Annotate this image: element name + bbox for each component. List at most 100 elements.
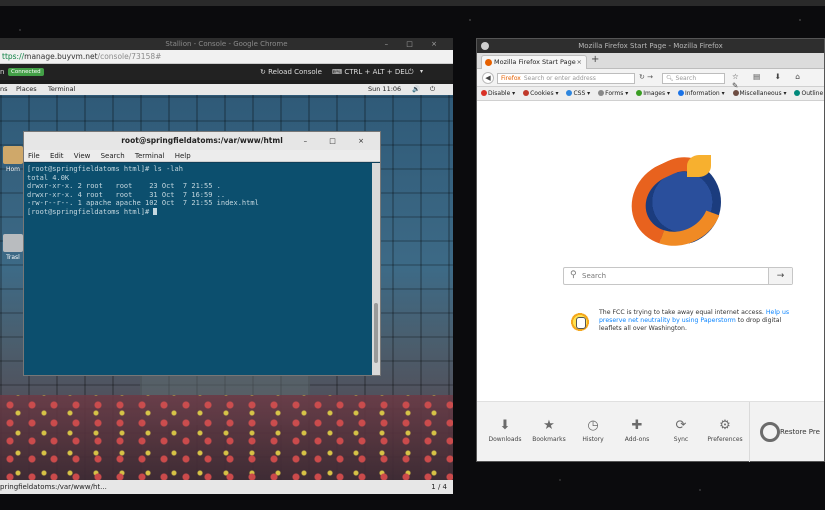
clock-icon: ◷ xyxy=(587,418,599,433)
search-go-button[interactable]: → xyxy=(768,268,792,284)
menu-file[interactable]: File xyxy=(28,152,40,160)
chrome-titlebar: Stallion - Console - Google Chrome – □ × xyxy=(0,38,453,50)
volume-icon[interactable]: 🔊 xyxy=(412,84,420,95)
terminal-cursor xyxy=(153,207,158,215)
dev-information[interactable]: Information ▾ xyxy=(677,90,725,97)
firefox-logo-icon xyxy=(617,145,737,261)
addons-label: Add-ons xyxy=(624,436,650,443)
css-icon xyxy=(566,90,573,96)
status-url: pringfieldatoms:/var/www/ht... xyxy=(0,483,107,491)
new-tab-button[interactable]: + xyxy=(591,54,599,65)
restore-icon xyxy=(760,422,780,442)
folder-icon xyxy=(3,146,23,164)
firefox-window-title: Mozilla Firefox Start Page - Mozilla Fir… xyxy=(578,42,723,50)
dev-disable[interactable]: Disable ▾ xyxy=(481,90,515,97)
menu-edit[interactable]: Edit xyxy=(50,152,64,160)
toolbar-icons[interactable]: ☆ ▤ ⬇ ⌂ ✎ xyxy=(732,72,824,90)
navigation-toolbar: ◀ Firefox Search or enter address ↻ → 🔍︎ … xyxy=(477,69,824,90)
terminal-prompt: [root@springfieldatoms html]# xyxy=(27,207,154,216)
forms-icon xyxy=(598,90,605,96)
identity-badge[interactable]: Firefox xyxy=(501,75,521,82)
url-bar[interactable]: Firefox Search or enter address xyxy=(497,73,635,84)
download-icon: ⬇ xyxy=(499,418,511,433)
menu-view[interactable]: View xyxy=(74,152,91,160)
clock[interactable]: Sun 11:06 xyxy=(368,84,401,95)
menu-places[interactable]: Places xyxy=(16,84,37,95)
ctrl-alt-del-button[interactable]: ⌨ CTRL + ALT + DEL xyxy=(332,64,409,80)
info-icon xyxy=(677,90,684,96)
wallpaper-console xyxy=(0,395,453,482)
outline-icon xyxy=(794,90,801,96)
dev-images[interactable]: Images ▾ xyxy=(636,90,670,97)
terminal-output[interactable]: [root@springfieldatoms html]# ls -lah tot… xyxy=(24,163,372,375)
sync-icon: ⟳ xyxy=(675,418,687,433)
start-page: ⚲ Search → The FCC is trying to take awa… xyxy=(477,101,824,401)
preferences-button[interactable]: ⚙ Preferences xyxy=(703,418,747,443)
close-icon[interactable]: × xyxy=(577,56,582,69)
console-toolbar: n Connected ↻ Reload Console ⌨ CTRL + AL… xyxy=(0,64,453,80)
address-bar[interactable]: ttps://manage.buyvm.net/console/73158# xyxy=(0,50,453,64)
scrollbar-thumb[interactable] xyxy=(374,303,378,363)
chevron-down-icon[interactable]: ▾ xyxy=(420,64,423,80)
status-badge: Connected xyxy=(8,68,44,76)
dev-forms[interactable]: Forms ▾ xyxy=(598,90,628,97)
addons-button[interactable]: ✚ Add-ons xyxy=(615,418,659,443)
misc-icon xyxy=(732,90,739,96)
bookmarks-label: Bookmarks xyxy=(532,436,566,443)
snippet: The FCC is trying to take away equal int… xyxy=(599,309,795,334)
tab-start-page[interactable]: Mozilla Firefox Start Page × xyxy=(481,55,587,69)
start-page-search[interactable]: ⚲ Search → xyxy=(563,267,793,285)
menu-applications[interactable]: ns xyxy=(0,84,8,95)
tab-label: Mozilla Firefox Start Page xyxy=(494,58,576,66)
menu-terminal[interactable]: Terminal xyxy=(48,84,75,95)
cookie-icon xyxy=(523,90,530,96)
search-bar[interactable]: 🔍︎ Search xyxy=(662,73,725,84)
menu-search[interactable]: Search xyxy=(101,152,125,160)
terminal-scrollbar[interactable] xyxy=(372,163,380,375)
search-icon: ⚲ xyxy=(570,270,577,280)
bookmarks-button[interactable]: ★ Bookmarks xyxy=(527,418,571,443)
sync-label: Sync xyxy=(673,436,689,443)
firefox-titlebar: Mozilla Firefox Start Page - Mozilla Fir… xyxy=(477,39,824,53)
menu-terminal-item[interactable]: Terminal xyxy=(135,152,165,160)
trash-icon xyxy=(3,234,23,252)
history-button[interactable]: ◷ History xyxy=(571,418,615,443)
url-scheme: ttps:// xyxy=(2,52,25,61)
dev-outline[interactable]: Outline ▾ xyxy=(794,90,824,97)
disable-icon xyxy=(481,90,487,96)
star-icon: ★ xyxy=(543,418,555,433)
start-search-placeholder: Search xyxy=(582,272,607,280)
terminal-line: drwxr-xr-x. 2 root root 23 Oct 7 21:55 . xyxy=(27,182,221,191)
terminal-window: root@springfieldatoms:/var/www/html – □ … xyxy=(23,131,381,376)
firefox-window: Mozilla Firefox Start Page - Mozilla Fir… xyxy=(476,38,825,462)
back-button[interactable]: ◀ xyxy=(482,72,494,84)
sync-button[interactable]: ⟳ Sync xyxy=(659,418,703,443)
reload-label: Reload Console xyxy=(268,68,322,76)
terminal-line: drwxr-xr-x. 4 root root 31 Oct 7 16:59 .… xyxy=(27,190,226,199)
page-indicator: 1 / 4 xyxy=(431,483,447,491)
terminal-line: total 4.0K xyxy=(27,173,70,182)
power-icon[interactable]: ⏻ xyxy=(408,64,414,80)
snippet-text: The FCC is trying to take away equal int… xyxy=(599,309,766,316)
dev-miscellaneous[interactable]: Miscellaneous ▾ xyxy=(732,90,787,97)
terminal-prompt-line: [root@springfieldatoms html]# xyxy=(27,207,369,217)
power-menu-icon[interactable]: ⏻ xyxy=(430,84,435,95)
fox-shape xyxy=(617,145,737,261)
terminal-line: -rw-r--r--. 1 apache apache 102 Oct 7 21… xyxy=(27,199,259,208)
desktop-home-label: Hom xyxy=(5,166,21,173)
terminal-window-controls[interactable]: – □ × xyxy=(304,132,374,150)
preferences-label: Preferences xyxy=(707,436,743,443)
search-placeholder: Search xyxy=(675,75,697,82)
reload-icon[interactable]: ↻ → xyxy=(639,73,653,81)
window-controls[interactable]: – □ × xyxy=(385,38,445,50)
menu-help[interactable]: Help xyxy=(175,152,191,160)
downloads-button[interactable]: ⬇ Downloads xyxy=(483,418,527,443)
restore-session-button[interactable]: Restore Pre xyxy=(749,402,824,462)
firefox-app-icon xyxy=(481,42,489,50)
hand-icon xyxy=(567,309,593,335)
reload-console-button[interactable]: ↻ Reload Console xyxy=(260,64,322,80)
dev-cookies[interactable]: Cookies ▾ xyxy=(523,90,559,97)
gear-icon: ⚙ xyxy=(719,418,731,433)
puzzle-icon: ✚ xyxy=(631,418,643,433)
dev-css[interactable]: CSS ▾ xyxy=(566,90,590,97)
